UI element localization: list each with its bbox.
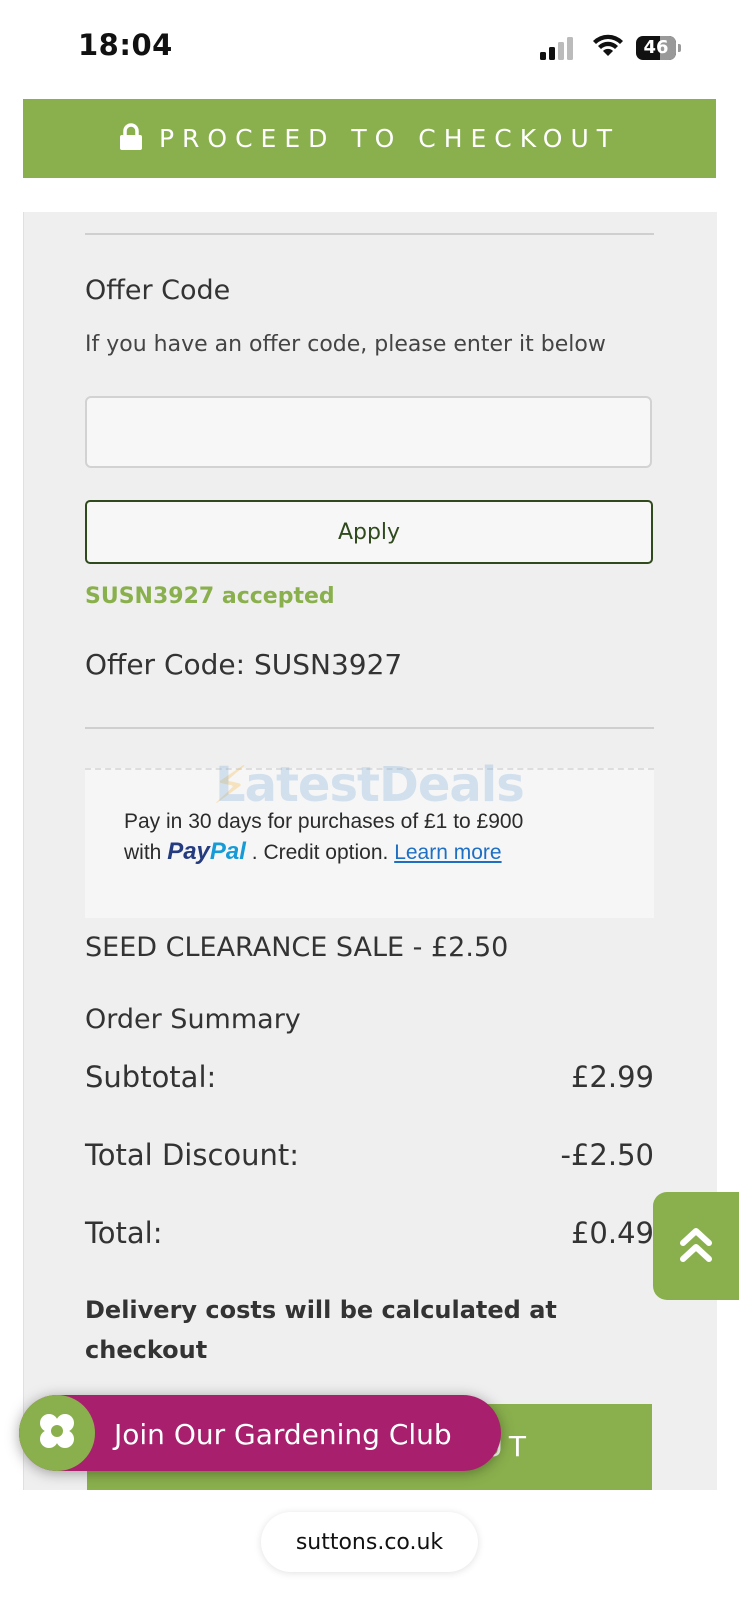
join-gardening-club-label: Join Our Gardening Club (114, 1418, 452, 1451)
paypal-message-line2: with PayPal . Credit option. Learn more (124, 838, 502, 866)
watermark: LatestDeals (215, 757, 525, 813)
divider (85, 233, 654, 235)
address-bar[interactable]: suttons.co.uk (261, 1512, 478, 1572)
address-bar-url: suttons.co.uk (295, 1529, 444, 1555)
flower-icon (36, 1410, 78, 1456)
subtotal-label: Subtotal: (85, 1060, 217, 1094)
subtotal-row: Subtotal: £2.99 (85, 1060, 654, 1094)
subtotal-value: £2.99 (570, 1060, 654, 1094)
proceed-to-checkout-button[interactable]: PROCEED TO CHECKOUT (23, 99, 716, 178)
total-label: Total: (85, 1216, 163, 1250)
proceed-to-checkout-label: PROCEED TO CHECKOUT (158, 124, 621, 153)
offer-accepted-message: SUSN3927 accepted (85, 584, 335, 609)
applied-offer-code: Offer Code: SUSN3927 (85, 648, 403, 681)
order-summary-title: Order Summary (85, 1004, 301, 1035)
battery-tip (678, 44, 681, 52)
delivery-note: Delivery costs will be calculated at che… (85, 1296, 557, 1364)
total-discount-label: Total Discount: (85, 1138, 300, 1172)
total-value: £0.49 (570, 1216, 654, 1250)
cellular-signal-icon (540, 36, 576, 60)
divider (85, 727, 654, 729)
double-chevron-up-icon (679, 1223, 713, 1269)
wifi-icon (592, 32, 624, 62)
offer-code-heading: Offer Code (85, 275, 231, 306)
battery-level: 46 (643, 37, 669, 58)
battery-icon: 46 (636, 36, 676, 60)
status-time: 18:04 (78, 28, 173, 62)
offer-code-description: If you have an offer code, please enter … (85, 332, 606, 357)
promotion-line: SEED CLEARANCE SALE - £2.50 (85, 932, 509, 963)
total-discount-row: Total Discount: -£2.50 (85, 1138, 654, 1172)
total-discount-value: -£2.50 (560, 1138, 655, 1172)
apply-button[interactable]: Apply (85, 500, 653, 564)
offer-code-input[interactable] (85, 396, 652, 468)
paypal-logo-pay: Pay (167, 838, 210, 865)
paypal-credit-text: . Credit option. (251, 841, 389, 864)
paypal-learn-more-link[interactable]: Learn more (394, 841, 501, 864)
club-icon-badge (19, 1395, 95, 1471)
paypal-logo-pal: Pal (209, 838, 246, 865)
lock-icon (119, 122, 143, 155)
scroll-to-top-button[interactable] (653, 1192, 739, 1300)
total-row: Total: £0.49 (85, 1216, 654, 1250)
paypal-message-line1: Pay in 30 days for purchases of £1 to £9… (124, 810, 524, 833)
paypal-with-text: with (124, 841, 162, 864)
paypal-logo: PayPal (167, 838, 246, 865)
